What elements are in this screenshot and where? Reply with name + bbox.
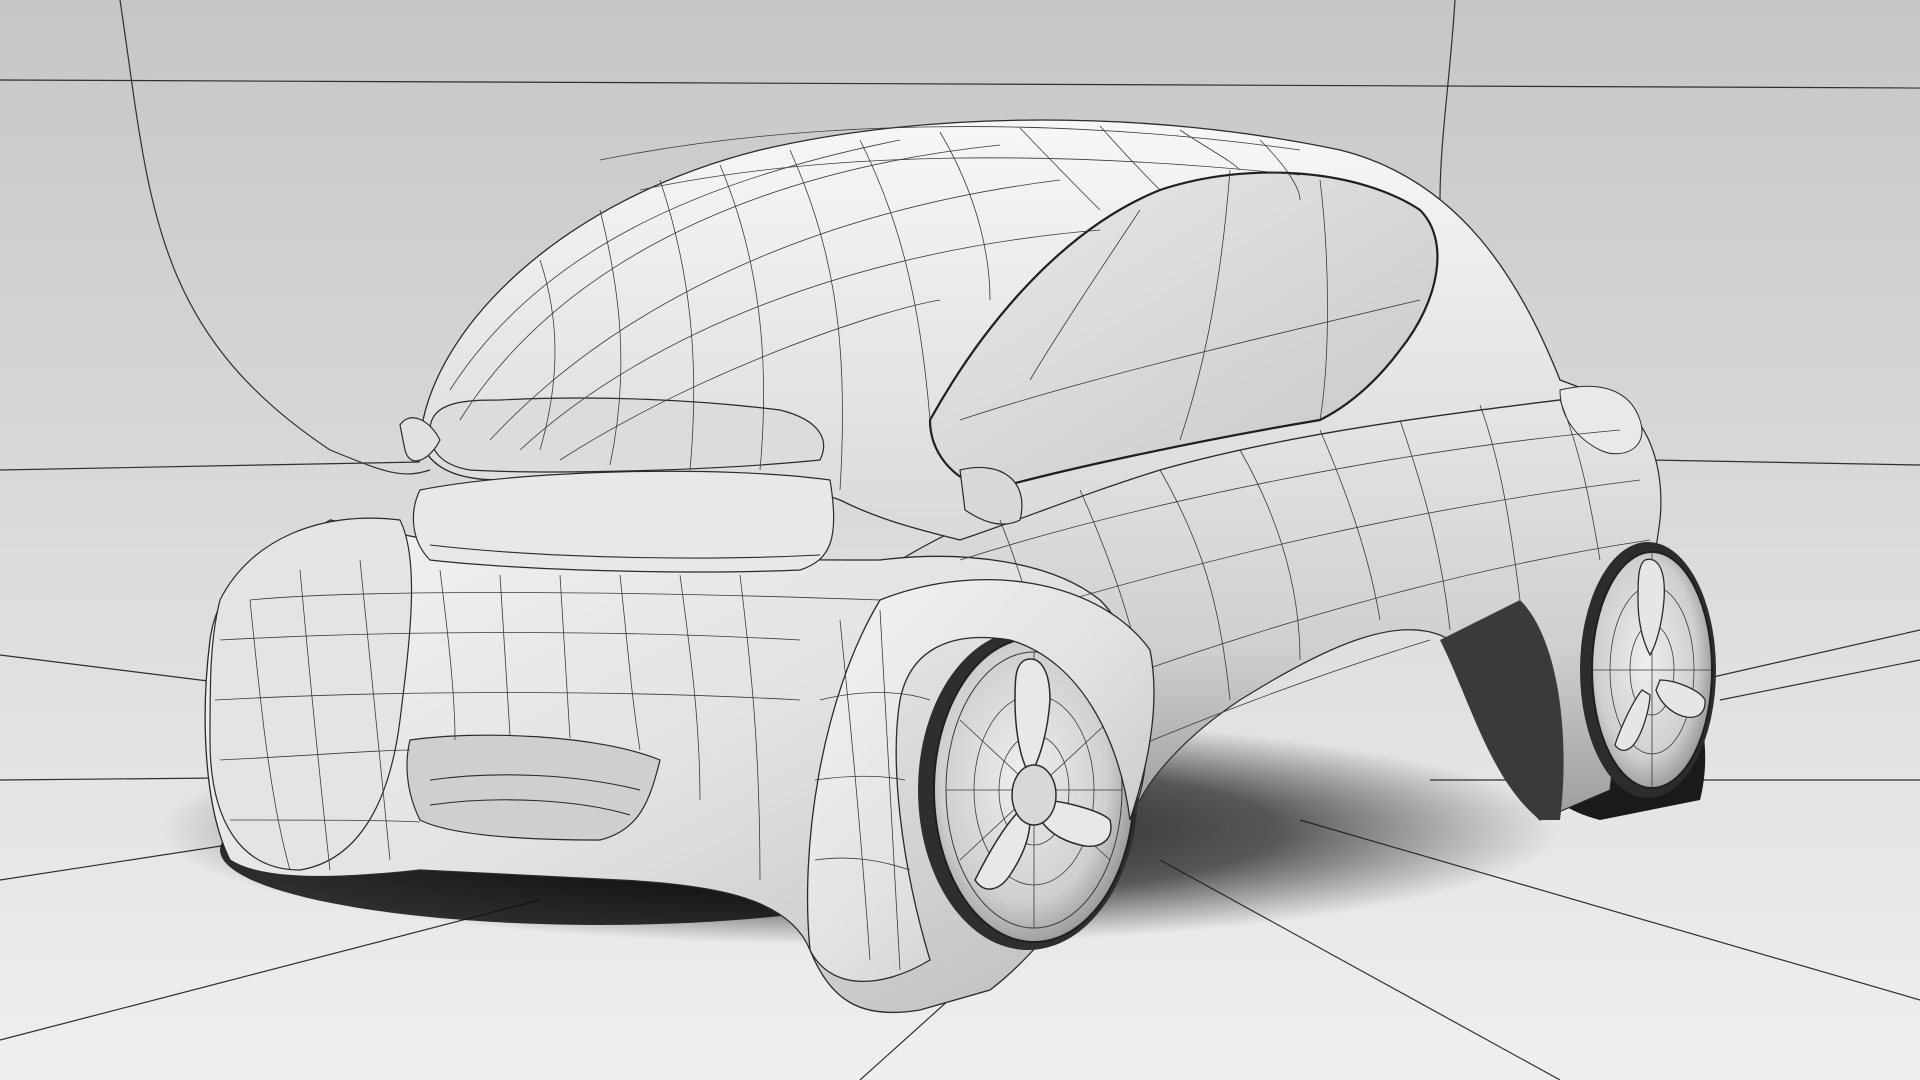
far-wheel (1580, 542, 1716, 798)
render-viewport (0, 0, 1920, 1080)
car-render-illustration (0, 0, 1920, 1080)
